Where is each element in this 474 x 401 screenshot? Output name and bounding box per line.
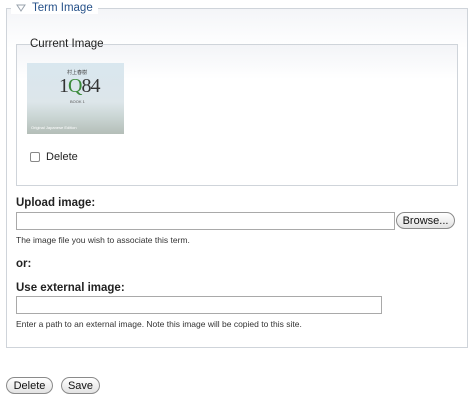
- delete-image-label[interactable]: Delete: [46, 151, 78, 163]
- external-image-field[interactable]: [16, 296, 382, 314]
- term-image-legend-text: Term Image: [32, 2, 93, 14]
- thumbnail-subtitle: BOOK 1: [70, 99, 85, 104]
- upload-image-field[interactable]: [16, 212, 395, 230]
- delete-button[interactable]: Delete: [6, 377, 53, 394]
- current-image-thumbnail: 村上春樹 1Q84 BOOK 1 Original Japanese Editi…: [27, 63, 124, 134]
- external-image-description: Enter a path to an external image. Note …: [16, 319, 302, 329]
- upload-image-description: The image file you wish to associate thi…: [16, 235, 190, 245]
- external-image-label: Use external image:: [16, 282, 125, 294]
- term-image-legend[interactable]: Term Image: [11, 2, 98, 14]
- upload-image-label: Upload image:: [16, 197, 96, 209]
- browse-button[interactable]: Browse...: [396, 212, 455, 229]
- current-image-legend: Current Image: [30, 38, 104, 50]
- delete-image-checkbox[interactable]: [30, 152, 40, 162]
- collapse-triangle-icon[interactable]: [16, 3, 26, 13]
- save-button[interactable]: Save: [61, 377, 100, 394]
- thumbnail-footer: Original Japanese Edition: [31, 125, 77, 130]
- thumbnail-title: 1Q84: [59, 75, 100, 97]
- or-label: or:: [16, 258, 32, 270]
- delete-image-row: Delete: [30, 151, 78, 163]
